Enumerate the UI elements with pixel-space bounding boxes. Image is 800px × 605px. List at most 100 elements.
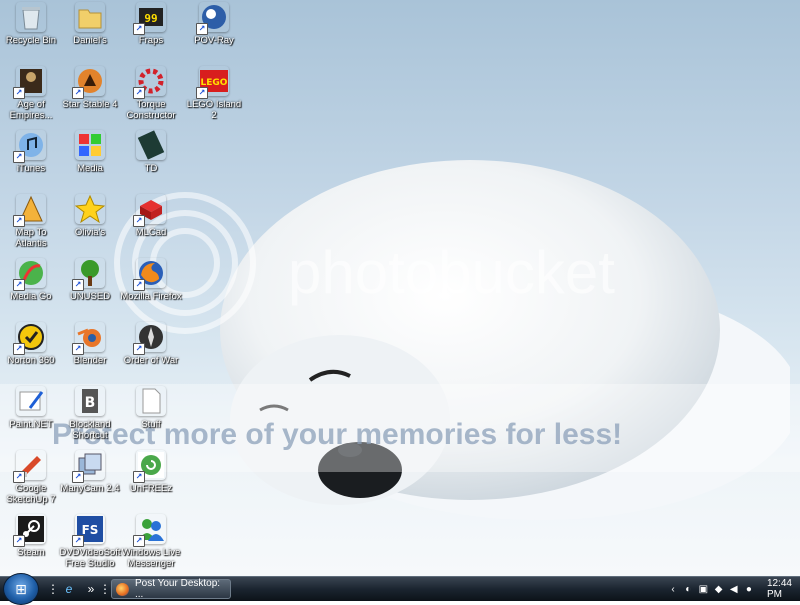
povray-icon: ↗ — [196, 2, 229, 35]
desktop-icon-td[interactable]: TD — [120, 130, 182, 174]
shortcut-arrow-icon: ↗ — [196, 23, 208, 35]
desktop-icon-fraps[interactable]: 99 ↗ Fraps — [120, 2, 182, 46]
desktop-icon-label: Stuff — [141, 419, 161, 430]
star-stable-icon: ↗ — [72, 66, 105, 99]
desktop-icon-label: DVDVideoSoft Free Studio — [59, 547, 121, 569]
shortcut-arrow-icon: ↗ — [133, 215, 145, 227]
desktop-icon-label: Paint.NET — [9, 419, 53, 430]
desktop-icon-label: Windows Live Messenger — [121, 547, 181, 569]
desktop-icon-pov-ray[interactable]: ↗ POV-Ray — [183, 2, 245, 46]
desktop-icon-label: Media — [77, 163, 103, 174]
windows-logo-icon: ⊞ — [15, 580, 27, 597]
paint-icon — [16, 386, 46, 416]
internet-explorer-icon[interactable]: e — [60, 580, 78, 598]
desktop-icon-label: Order of War — [123, 355, 179, 366]
desktop-icon-label: Blender — [73, 355, 107, 366]
desktop-icon-dvdvideosoft-free-studio[interactable]: FS ↗ DVDVideoSoft Free Studio — [59, 514, 121, 569]
messenger-icon: ↗ — [133, 514, 166, 547]
desktop-icon-label: Fraps — [138, 35, 164, 46]
desktop-icon-unfreez[interactable]: ↗ UnFREEz — [120, 450, 182, 494]
steam-icon: ↗ — [13, 514, 46, 547]
desktop-icon-label: LEGO Island 2 — [186, 99, 242, 121]
order-of-war-icon: ↗ — [133, 322, 166, 355]
media-go-icon: ↗ — [13, 258, 46, 291]
desktop-icon-label: Daniel's — [73, 35, 107, 46]
desktop-icon-google-sketchup-7[interactable]: ↗ Google SketchUp 7 — [0, 450, 62, 505]
shortcut-arrow-icon: ↗ — [133, 279, 145, 291]
svg-text:FS: FS — [82, 523, 99, 537]
document-icon — [136, 386, 166, 416]
steam-tray-icon[interactable]: ◐ — [683, 582, 693, 596]
star-icon — [75, 194, 105, 224]
shortcut-arrow-icon: ↗ — [133, 87, 145, 99]
desktop-icon-stuff[interactable]: Stuff — [120, 386, 182, 430]
desktop-icon-media[interactable]: Media — [59, 130, 121, 174]
wallpaper-seal — [220, 160, 790, 520]
desktop-icon-blockland-shortcut[interactable]: B Blockland Shortcut — [59, 386, 121, 441]
desktop-icon-age-of-empires[interactable]: ↗ Age of Empires... — [0, 66, 62, 121]
shortcut-arrow-icon: ↗ — [13, 279, 25, 291]
taskbar: ⊞ ⋮ e » ⋮ Post Your Desktop: ... ‹ ◐ ▣ ◆… — [0, 573, 800, 605]
desktop-icon-manycam-2-4[interactable]: ↗ ManyCam 2.4 — [59, 450, 121, 494]
desktop-icon-label: Mozilla Firefox — [120, 291, 182, 302]
recycle-bin-icon — [16, 2, 46, 32]
desktop-icon-label: Olivia's — [74, 227, 106, 238]
desktop-icon-label: UnFREEz — [129, 483, 173, 494]
desktop-icon-map-to-atlantis[interactable]: ↗ Map To Atlantis — [0, 194, 62, 249]
desktop-icon-recycle-bin[interactable]: Recycle Bin — [0, 2, 62, 46]
desktop-icon-label: iTunes — [16, 163, 46, 174]
shortcut-arrow-icon: ↗ — [133, 535, 145, 547]
desktop[interactable]: photobucket Protect more of your memorie… — [0, 0, 800, 576]
desktop-icon-mozilla-firefox[interactable]: ↗ Mozilla Firefox — [120, 258, 182, 302]
shield-icon[interactable]: ◆ — [713, 582, 723, 596]
film-icon — [136, 130, 166, 160]
unfreez-icon: ↗ — [133, 450, 166, 483]
desktop-icon-itunes[interactable]: ↗ iTunes — [0, 130, 62, 174]
shortcut-arrow-icon: ↗ — [72, 471, 84, 483]
desktop-icon-label: Media Go — [10, 291, 52, 302]
desktop-icon-label: Star Stable 4 — [62, 99, 118, 110]
desktop-icon-lego-island-2[interactable]: LEGO ↗ LEGO Island 2 — [183, 66, 245, 121]
desktop-icon-label: Torque Constructor — [126, 99, 176, 121]
desktop-icon-label: MLCad — [135, 227, 167, 238]
blender-icon: ↗ — [72, 322, 105, 355]
network-icon[interactable]: ▣ — [698, 582, 708, 596]
shortcut-arrow-icon: ↗ — [13, 535, 25, 547]
tray-expand-icon[interactable]: ‹ — [668, 582, 678, 596]
desktop-icon-steam[interactable]: ↗ Steam — [0, 514, 62, 558]
desktop-icon-label: Recycle Bin — [5, 35, 57, 46]
shortcut-arrow-icon: ↗ — [196, 87, 208, 99]
desktop-icon-media-go[interactable]: ↗ Media Go — [0, 258, 62, 302]
desktop-icon-unused[interactable]: ↗ UNUSED — [59, 258, 121, 302]
task-button-label: Post Your Desktop: ... — [135, 578, 221, 600]
shortcut-arrow-icon: ↗ — [72, 343, 84, 355]
desktop-icon-label: UNUSED — [69, 291, 111, 302]
desktop-icon-mlcad[interactable]: ↗ MLCad — [120, 194, 182, 238]
desktop-icon-daniel-s[interactable]: Daniel's — [59, 2, 121, 46]
clock[interactable]: 12:44 PM — [767, 578, 798, 600]
desktop-icon-paint-net[interactable]: Paint.NET — [0, 386, 62, 430]
desktop-icon-label: Map To Atlantis — [15, 227, 47, 249]
torque-icon: ↗ — [133, 66, 166, 99]
tree-icon: ↗ — [72, 258, 105, 291]
desktop-icon-label: Age of Empires... — [9, 99, 53, 121]
desktop-icon-norton-360[interactable]: ↗ Norton 360 — [0, 322, 62, 366]
desktop-icon-label: TD — [144, 163, 158, 174]
task-button-post-your-desktop[interactable]: Post Your Desktop: ... — [111, 578, 231, 600]
volume-icon[interactable]: ◀ — [729, 582, 739, 596]
desktop-icon-blender[interactable]: ↗ Blender — [59, 322, 121, 366]
desktop-icon-star-stable-4[interactable]: ↗ Star Stable 4 — [59, 66, 121, 110]
desktop-icon-torque-constructor[interactable]: ↗ Torque Constructor — [120, 66, 182, 121]
desktop-icon-label: Norton 360 — [7, 355, 55, 366]
age-of-empires-icon: ↗ — [13, 66, 46, 99]
desktop-icon-label: ManyCam 2.4 — [60, 483, 120, 494]
desktop-icon-windows-live-messenger[interactable]: ↗ Windows Live Messenger — [120, 514, 182, 569]
start-button[interactable]: ⊞ — [3, 573, 39, 605]
norton-tray-icon[interactable]: ● — [744, 582, 754, 596]
norton-icon: ↗ — [13, 322, 46, 355]
shortcut-arrow-icon: ↗ — [72, 535, 84, 547]
desktop-icon-label: Blockland Shortcut — [69, 419, 111, 441]
desktop-icon-olivia-s[interactable]: Olivia's — [59, 194, 121, 238]
desktop-icon-order-of-war[interactable]: ↗ Order of War — [120, 322, 182, 366]
blockland-icon: B — [75, 386, 105, 416]
